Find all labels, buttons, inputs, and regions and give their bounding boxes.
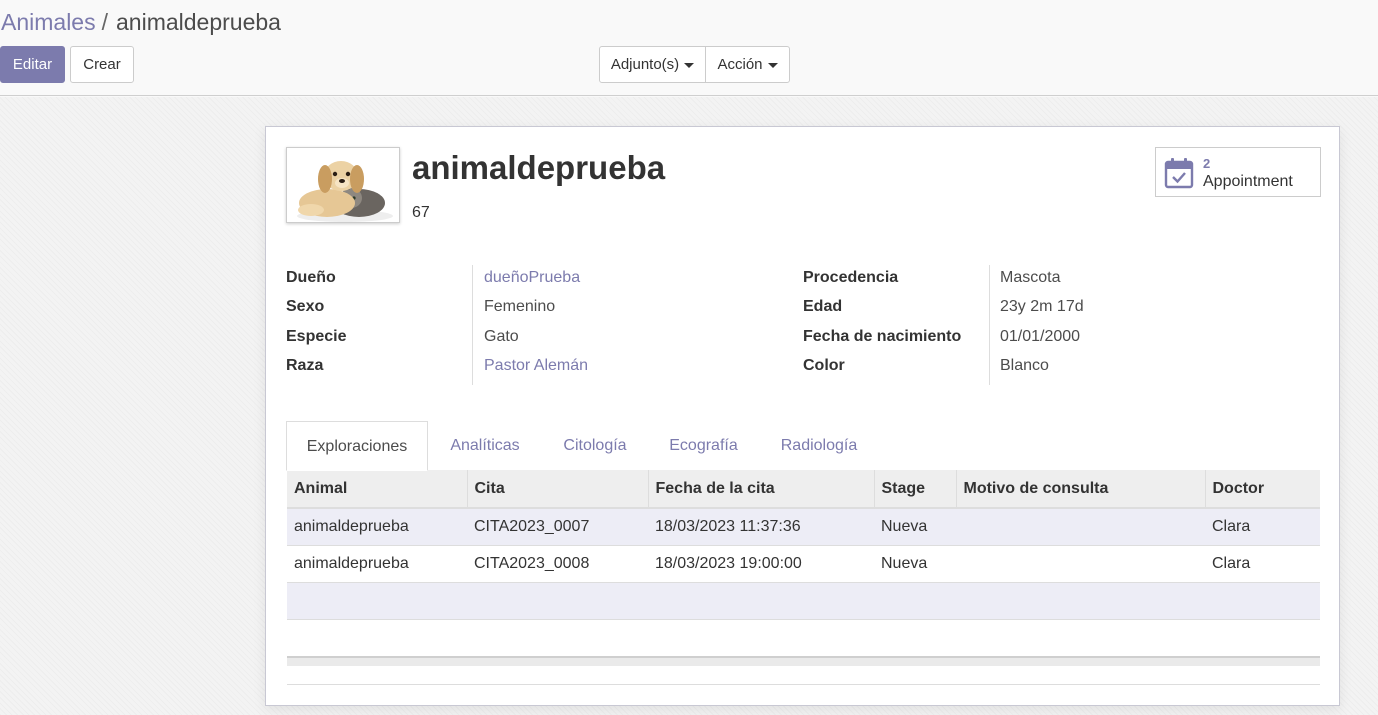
breadcrumb-current: animaldeprueba [116,9,281,35]
record-title: animaldeprueba [412,149,666,186]
puppy-kitten-image [287,148,399,222]
table-header-row: Animal Cita Fecha de la cita Stage Motiv… [287,470,1320,509]
field-divider [989,265,990,385]
cell-fecha: 18/03/2023 11:37:36 [648,508,874,546]
field-label-birthdate: Fecha de nacimiento [803,328,962,345]
cell-motivo [956,508,1205,546]
field-label-species: Especie [286,328,347,345]
field-label-owner: Dueño [286,269,336,286]
edit-button[interactable]: Editar [0,46,65,83]
column-header-motivo[interactable]: Motivo de consulta [955,470,1205,509]
divider [287,684,1320,685]
field-value-color: Blanco [1000,357,1049,374]
record-number: 67 [412,204,430,221]
notebook-tabs: Exploraciones Analíticas Citología Ecogr… [286,421,1320,471]
field-label-sex: Sexo [286,298,325,315]
field-value-birthdate: 01/01/2000 [1000,328,1081,345]
tab-exploraciones[interactable]: Exploraciones [286,421,428,471]
field-label-age: Edad [803,298,843,315]
action-label: Acción [717,56,763,73]
control-panel: Animales / animaldeprueba Editar Crear Adj… [0,0,1378,96]
column-header-cita[interactable]: Cita [466,470,648,509]
cell-animal: animaldeprueba [287,545,467,583]
cell-stage: Nueva [874,508,956,546]
attachments-dropdown-button[interactable]: Adjunto(s) [599,46,706,83]
appointment-count: 2 [1203,156,1211,171]
attachments-label: Adjunto(s) [610,56,680,73]
table-row[interactable]: animaldeprueba CITA2023_0007 18/03/2023 … [287,508,1320,546]
cell-cita: CITA2023_0007 [467,508,648,546]
field-divider [472,265,473,385]
column-header-stage[interactable]: Stage [873,470,956,509]
caret-down-icon [767,62,778,68]
form-view-background: animaldeprueba 67 2 Appointment Dueño du… [0,97,1378,715]
appointment-label: Appointment [1203,173,1293,190]
field-value-breed-link[interactable]: Pastor Alemán [484,357,588,375]
caret-down-icon [684,62,695,68]
appointments-table: Animal Cita Fecha de la cita Stage Motiv… [287,470,1320,620]
appointment-smart-button[interactable]: 2 Appointment [1155,147,1321,197]
animal-photo[interactable] [286,147,400,223]
cell-fecha: 18/03/2023 19:00:00 [648,545,874,583]
table-footer [287,656,1320,666]
breadcrumb-separator: / [101,9,108,35]
form-sheet: animaldeprueba 67 2 Appointment Dueño du… [265,126,1340,706]
field-value-origin: Mascota [1000,269,1061,286]
calendar-check-icon [1164,158,1194,189]
field-value-owner-link[interactable]: dueñoPrueba [484,269,580,287]
tab-citologia[interactable]: Citología [551,421,639,471]
cell-cita: CITA2023_0008 [467,545,648,583]
field-value-sex: Femenino [484,298,556,315]
cell-stage: Nueva [874,545,956,583]
tab-ecografia[interactable]: Ecografía [657,421,750,471]
column-header-animal[interactable]: Animal [287,470,467,509]
create-button[interactable]: Crear [70,46,134,83]
action-dropdown-button[interactable]: Acción [705,46,790,83]
field-label-origin: Procedencia [803,269,899,286]
cell-doctor: Clara [1205,508,1320,546]
tab-analiticas[interactable]: Analíticas [436,421,534,471]
cell-doctor: Clara [1205,545,1320,583]
breadcrumb: Animales / animaldeprueba [1,9,281,36]
column-header-fecha[interactable]: Fecha de la cita [647,470,874,509]
table-empty-row [287,582,1320,620]
field-value-age: 23y 2m 17d [1000,298,1084,315]
field-label-color: Color [803,357,845,374]
cell-motivo [956,545,1205,583]
breadcrumb-parent-link[interactable]: Animales [1,9,96,35]
field-label-breed: Raza [286,357,324,374]
tab-radiologia[interactable]: Radiología [769,421,869,471]
field-value-species: Gato [484,328,519,345]
table-row[interactable]: animaldeprueba CITA2023_0008 18/03/2023 … [287,545,1320,583]
column-header-doctor[interactable]: Doctor [1204,470,1320,509]
cell-animal: animaldeprueba [287,508,467,546]
